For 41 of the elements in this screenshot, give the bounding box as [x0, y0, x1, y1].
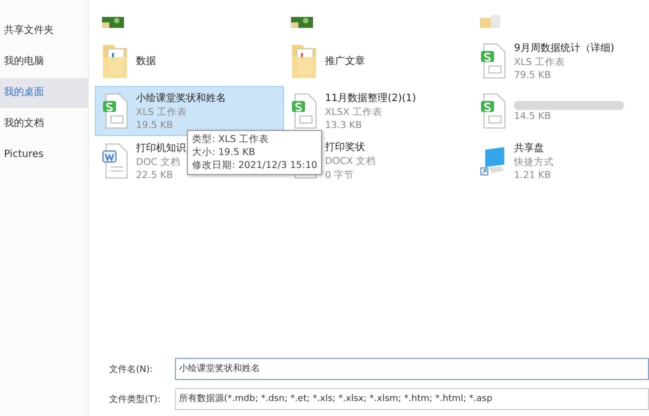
- file-name: 推广文章: [325, 54, 365, 68]
- file-type: DOC 文档: [136, 156, 182, 169]
- file-size: 13.3 KB: [325, 120, 363, 131]
- file-size: 14.5 KB: [514, 110, 552, 122]
- file-type: XLSX 工作表: [325, 106, 384, 119]
- folder-icon: [102, 43, 128, 79]
- input-field[interactable]: 小绘课堂奖状和姓名: [175, 358, 649, 380]
- field-label: 文件类型(T):: [109, 394, 162, 406]
- document-icon: [102, 143, 128, 179]
- sidebar-item[interactable]: Pictures: [0, 140, 88, 170]
- file-type: XLS 工作表: [514, 56, 566, 69]
- file-name: 小绘课堂奖状和姓名: [136, 92, 226, 105]
- file-name: 数据: [136, 55, 156, 68]
- spreadsheet-icon: [480, 43, 506, 79]
- folder-icon: [480, 15, 502, 28]
- sidebar-item[interactable]: 我的桌面: [0, 78, 88, 108]
- spreadsheet-icon: [102, 93, 128, 129]
- sidebar-item[interactable]: 我的电脑: [0, 47, 88, 77]
- folder-icon: [291, 43, 317, 79]
- file-size: 22.5 KB: [136, 170, 174, 181]
- file-size: 19.5 KB: [136, 120, 174, 131]
- file-name: 11月数据整理(2)(1): [325, 92, 416, 105]
- file-type: DOCX 文档: [325, 155, 376, 168]
- file-name: 打印机知识: [136, 142, 186, 155]
- file-type: 快捷方式: [514, 156, 554, 169]
- file-name: 共享盘: [514, 142, 545, 155]
- sidebar-item[interactable]: 共享文件夹: [0, 16, 88, 46]
- file-size: 79.5 KB: [514, 70, 552, 81]
- spreadsheet-icon: [291, 93, 317, 129]
- file-size: 0 字节: [325, 169, 356, 182]
- field-label: 文件名(N):: [109, 364, 154, 376]
- sidebar-item[interactable]: 我的文档: [0, 109, 88, 139]
- spreadsheet-icon: [480, 93, 506, 129]
- file-type: XLS 工作表: [136, 106, 188, 119]
- image-thumbnail-icon: [102, 15, 124, 28]
- tooltip: 类型: XLS 工作表 大小: 19.5 KB 修改日期: 2021/12/3 15:10: [187, 130, 322, 175]
- file-name: 打印奖状: [325, 140, 366, 154]
- image-thumbnail-icon: [291, 15, 313, 28]
- file-name: 9月周数据统计（详细): [514, 42, 614, 55]
- input-field[interactable]: 所有数据源(*.mdb; *.dsn; *.et; *.xls; *.xlsx; *.xlsm; *.htm; *.html; *.asp: [175, 388, 649, 410]
- file-size: 1.21 KB: [514, 170, 552, 181]
